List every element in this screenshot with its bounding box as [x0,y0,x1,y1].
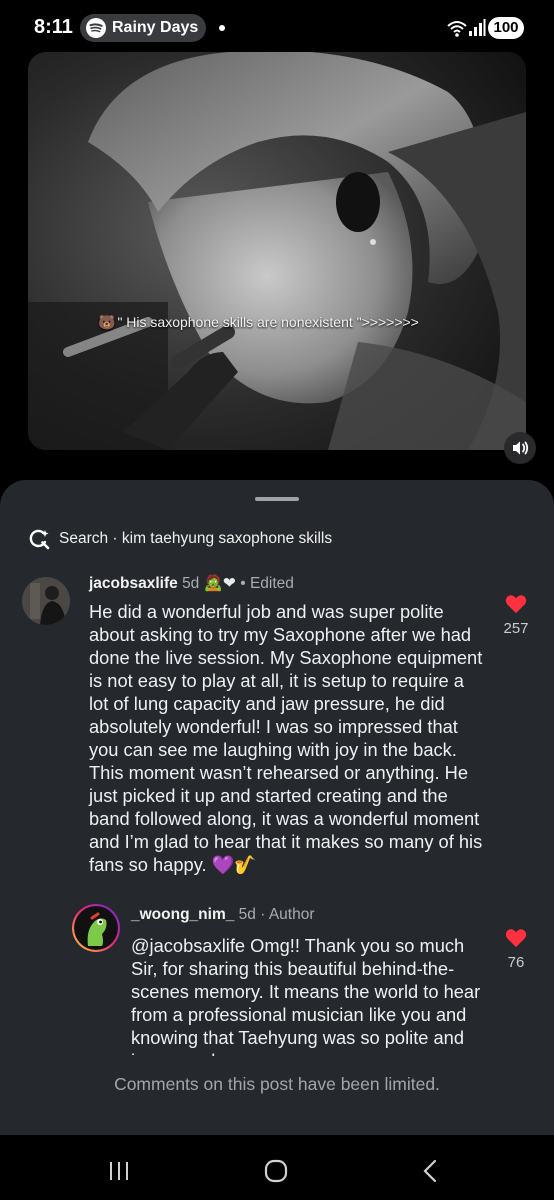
related-search-label: Search · kim taehyung saxophone skills [59,530,333,547]
caption-text: " His saxophone skills are nonexistent "… [117,314,419,330]
spotify-icon [86,18,106,38]
like-button[interactable]: 257 [496,594,536,637]
edited-label: • Edited [240,575,294,592]
comment-item: jacobsaxlife 5d 🧟❤ • Edited He did a won… [0,570,554,900]
signal-icon [469,19,486,36]
avatar[interactable] [72,904,120,952]
like-count: 76 [507,954,525,971]
reply-item: _woong_nim_ 5d · Author @jacobsaxlife Om… [0,902,554,1071]
video-player[interactable]: 🐻 " His saxophone skills are nonexistent … [28,52,526,450]
now-playing-title: Rainy Days [112,19,199,36]
bear-emoji: 🐻 [98,314,116,330]
notification-dot [219,25,225,31]
wifi-icon [447,21,467,37]
drag-handle[interactable] [255,497,299,501]
reply-text: @jacobsaxlife Omg!! Thank you so much Si… [131,935,481,1071]
author-label: · Author [260,906,315,923]
reply-username[interactable]: _woong_nim_ [131,906,234,923]
heart-icon [505,929,527,948]
search-icon [29,529,50,550]
recents-icon[interactable] [108,1160,130,1182]
now-playing-pill[interactable]: Rainy Days [80,14,206,42]
reply-header: _woong_nim_ 5d · Author [131,906,315,924]
back-icon[interactable] [422,1159,438,1183]
avatar-image [74,906,118,950]
volume-icon [513,441,529,455]
avatar-image [22,577,70,625]
comment-text: He did a wonderful job and was super pol… [89,601,483,875]
avatar[interactable] [22,577,70,625]
comments-sheet: Search · kim taehyung saxophone skills j… [0,480,554,1135]
comment-header: jacobsaxlife 5d 🧟❤ • Edited [89,574,294,593]
status-bar: 8:11 Rainy Days 100 [0,0,554,54]
video-caption: 🐻 " His saxophone skills are nonexistent … [98,314,498,331]
reply-age: 5d [238,906,256,923]
home-icon[interactable] [264,1159,288,1183]
volume-button[interactable] [504,432,536,464]
like-button[interactable]: 76 [496,928,536,971]
video-frame [28,52,526,450]
comments-limited-notice: Comments on this post have been limited. [0,1056,554,1135]
heart-icon [505,595,527,614]
clock: 8:11 [34,16,73,38]
battery-indicator: 100 [488,17,524,39]
comment-badge: 🧟❤ [203,575,236,592]
comment-age: 5d [182,575,200,592]
like-count: 257 [503,620,529,637]
comment-username[interactable]: jacobsaxlife [89,575,178,592]
system-nav-bar [0,1135,554,1200]
